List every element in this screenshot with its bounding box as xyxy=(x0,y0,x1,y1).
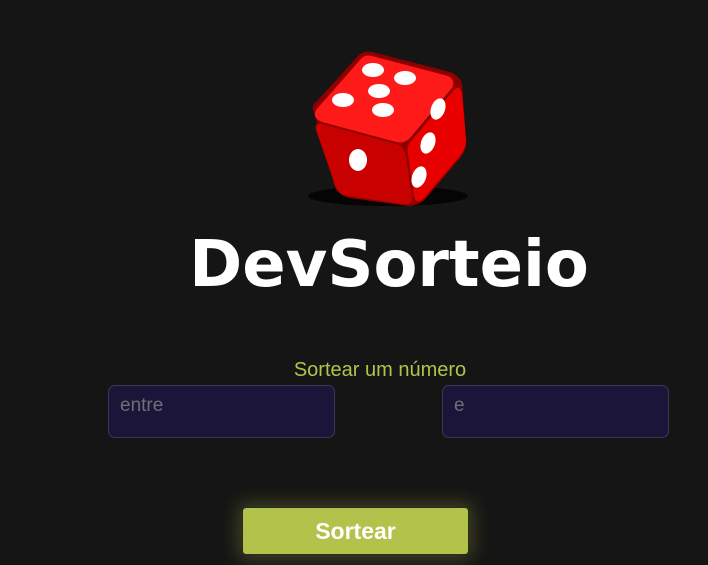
page: DevSorteio Sortear um número Sortear xyxy=(0,0,708,565)
max-number-input[interactable] xyxy=(442,385,669,438)
draw-button[interactable]: Sortear xyxy=(242,507,469,555)
form-heading: Sortear um número xyxy=(293,359,467,381)
app-title: DevSorteio xyxy=(189,228,589,302)
dice-icon xyxy=(308,51,468,206)
min-number-input[interactable] xyxy=(108,385,335,438)
